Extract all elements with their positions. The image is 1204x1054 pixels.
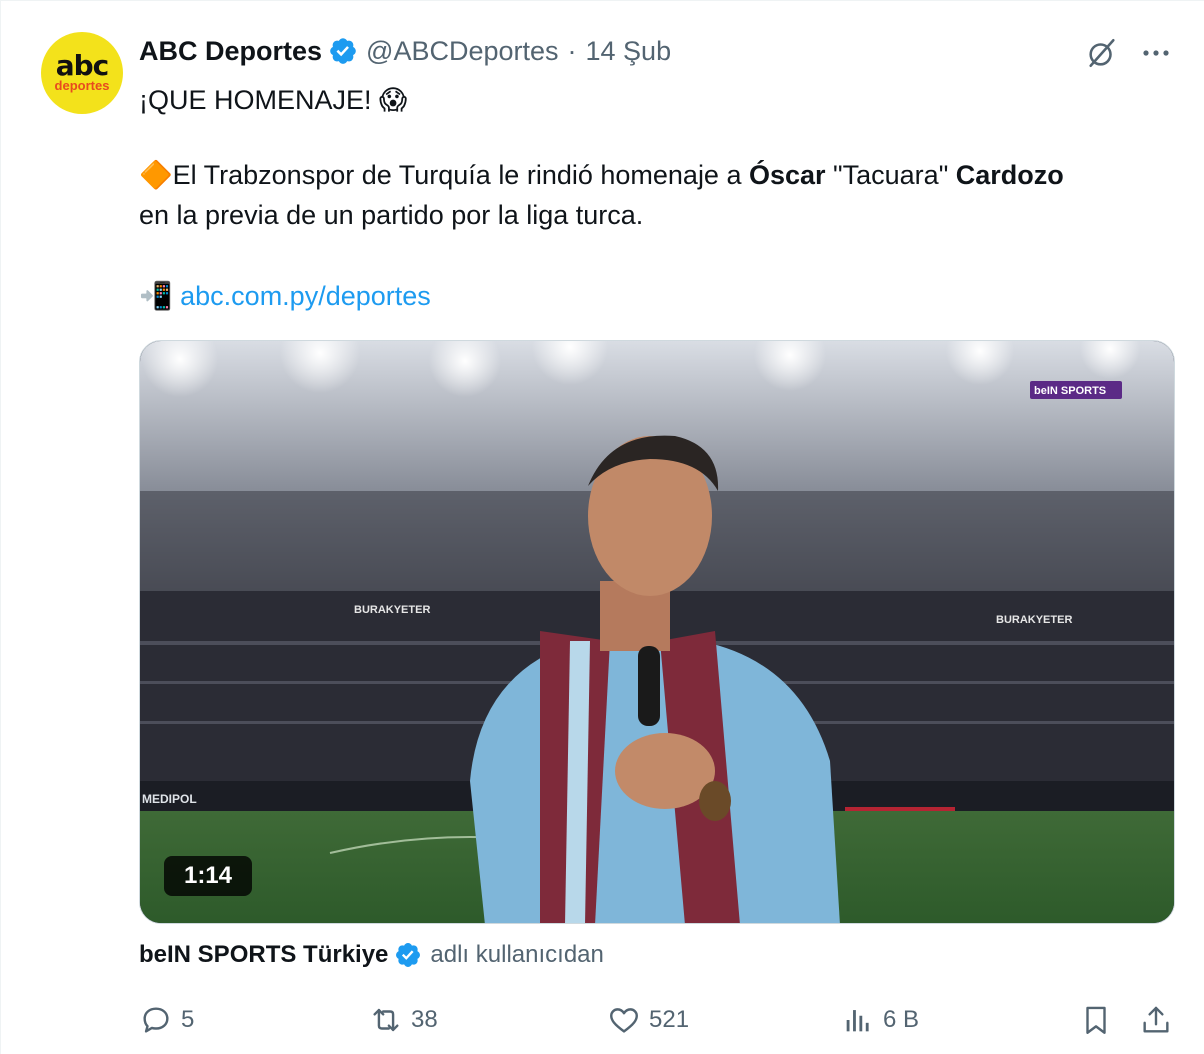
tweet-link[interactable]: abc.com.py/deportes [180,281,431,311]
tweet-text-line2: 🔶El Trabzonspor de Turquía le rindió hom… [139,155,1184,195]
more-options-icon[interactable] [1138,33,1174,73]
share-button[interactable] [1139,999,1173,1041]
video-duration: 1:14 [164,856,252,896]
board-text-2: BURAKYETER [996,614,1072,626]
views-icon [846,1010,869,1032]
views-count: 6 B [883,1006,920,1033]
like-icon [610,1008,638,1033]
overlay-logo-text: beIN SPORTS [1034,385,1106,397]
video-thumbnail: BURAKYETER BURAKYETER beIN SPORTS MEDIPO… [140,341,1174,923]
reply-button[interactable]: 5 [139,999,194,1041]
like-button[interactable]: 521 [607,999,689,1041]
board-text-1: BURAKYETER [354,604,430,616]
tweet-bold-cardozo: Cardozo [955,160,1064,190]
share-icon [1143,1006,1169,1033]
bookmark-icon [1086,1006,1106,1034]
video-player[interactable]: BURAKYETER BURAKYETER beIN SPORTS MEDIPO… [139,340,1175,924]
source-suffix: adlı kullanıcıdan [430,941,604,968]
repost-icon [373,1008,399,1032]
video-source: beIN SPORTS Türkiye adlı kullanıcıdan [139,937,604,973]
tweet-link-line: 📲 abc.com.py/deportes [139,276,1184,316]
author-name[interactable]: ABC Deportes [139,36,322,67]
like-count: 521 [649,1006,690,1033]
grok-icon[interactable] [1082,33,1122,73]
tweet-header: ABC Deportes @ABCDeportes · 14 Şub [139,33,671,69]
tweet-date[interactable]: 14 Şub [586,36,672,67]
tweet-text-line1: ¡QUE HOMENAJE! 😱 [139,80,1184,120]
scream-emoji: 😱 [379,85,408,115]
tweet-text-line3: en la previa de un partido por la liga t… [139,200,644,230]
reply-icon [143,1007,169,1033]
avatar-logo-sub: deportes [54,77,110,93]
orange-diamond-emoji: 🔶 [139,160,173,190]
repost-count: 38 [411,1006,438,1033]
author-handle[interactable]: @ABCDeportes [366,36,558,67]
tweet-actions: 5 38 521 6 B [1,999,1204,1041]
tweet-paragraph-part1: El Trabzonspor de Turquía le rindió home… [172,160,749,190]
repost-button[interactable]: 38 [369,999,438,1041]
author-avatar[interactable]: abc deportes [41,32,123,114]
source-verified-badge-icon [396,943,421,967]
source-name[interactable]: beIN SPORTS Türkiye [139,941,388,969]
avatar-logo-main: abc [55,48,110,82]
ad-text-left: MEDIPOL [142,792,197,806]
tweet-headline: ¡QUE HOMENAJE! [139,85,372,115]
verified-badge-icon[interactable] [328,36,358,66]
tweet-card[interactable]: abc deportes ABC Deportes @ABCDeportes ·… [0,0,1204,1054]
tweet-bold-oscar: Óscar [748,160,826,190]
header-separator: · [567,35,577,66]
mobile-arrow-emoji: 📲 [139,281,173,311]
reply-count: 5 [181,1006,195,1033]
bein-sports-logo: beIN SPORTS [1030,381,1122,399]
bookmark-button[interactable] [1079,999,1113,1041]
views-button[interactable]: 6 B [841,999,919,1041]
tweet-paragraph-part2: "Tacuara" [825,160,956,190]
